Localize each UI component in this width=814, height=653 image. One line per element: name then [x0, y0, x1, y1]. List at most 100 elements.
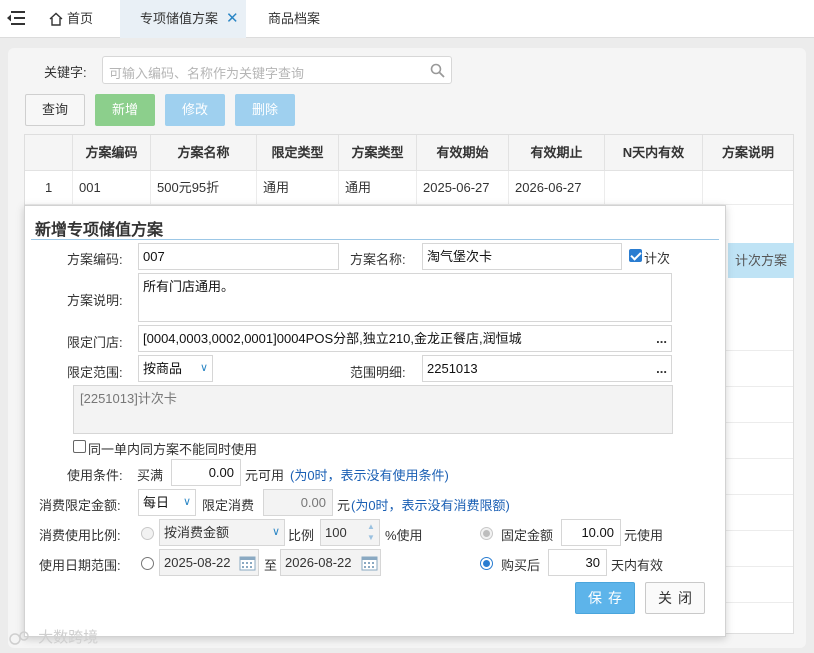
watermark-text: 大数跨境 — [38, 629, 99, 646]
tab-home[interactable]: 首页 — [44, 0, 114, 38]
home-icon — [49, 12, 63, 26]
close-button[interactable]: 关闭 — [645, 582, 705, 614]
plan-desc-textarea[interactable]: 所有门店通用。 — [138, 273, 672, 322]
add-button[interactable]: 新增 — [95, 94, 155, 126]
column-header-name[interactable]: 方案名称 — [151, 135, 257, 171]
limit-amount-input[interactable]: 0.00 — [263, 489, 333, 516]
row-plan-type: 通用 — [339, 171, 417, 205]
row-end-date: 2026-06-27 — [509, 171, 605, 205]
add-plan-dialog: 新增专项储值方案 方案编码: 007 方案名称: 淘气堡次卡 计次 方案说明: … — [24, 205, 726, 637]
column-header-index — [25, 135, 73, 171]
chevron-down-icon: ∨ — [271, 526, 280, 538]
ratio-suffix: %使用 — [385, 528, 423, 543]
fixed-amount-label: 固定金额 — [501, 528, 554, 543]
column-header-description[interactable]: 方案说明 — [703, 135, 793, 171]
date-range-label: 使用日期范围: — [39, 558, 121, 573]
scope-label: 限定范围: — [67, 365, 123, 380]
condition-label: 使用条件: — [67, 468, 123, 483]
column-header-limit-type[interactable]: 限定类型 — [257, 135, 339, 171]
count-label: 计次 — [644, 251, 671, 266]
row-start-date: 2025-06-27 — [417, 171, 509, 205]
plan-desc-label: 方案说明: — [67, 293, 123, 308]
count-checkbox[interactable] — [629, 249, 642, 262]
fixed-amount-suffix: 元使用 — [624, 528, 664, 543]
ratio-mode-radio[interactable] — [141, 527, 154, 540]
scope-detail-more-icon[interactable]: ... — [656, 356, 667, 381]
watermark-icon — [9, 631, 29, 645]
condition-amount-input[interactable]: 0.00 — [171, 459, 241, 486]
column-header-n-days[interactable]: N天内有效 — [605, 135, 703, 171]
date-to-input[interactable]: 2026-08-22 — [280, 549, 381, 576]
row-index: 1 — [25, 171, 73, 205]
save-button[interactable]: 保存 — [575, 582, 635, 614]
scope-detail-label: 范围明细: — [350, 365, 406, 380]
column-header-end-date[interactable]: 有效期止 — [509, 135, 605, 171]
ratio-value-stepper[interactable]: 100 ▲ ▼ — [320, 519, 380, 546]
after-purchase-suffix: 天内有效 — [611, 558, 664, 573]
tab-close-icon[interactable]: ✕ — [226, 0, 239, 38]
chevron-down-icon: ∨ — [182, 496, 191, 508]
limit-prefix: 限定消费 — [202, 498, 255, 513]
selected-row-description[interactable]: 计次方案 — [728, 243, 794, 278]
after-purchase-radio[interactable] — [480, 557, 493, 570]
plan-code-label: 方案编码: — [67, 252, 123, 267]
limit-period-select[interactable]: 每日 ∨ — [138, 489, 196, 516]
store-more-icon[interactable]: ... — [656, 326, 667, 351]
scope-detail-picker[interactable]: 2251013 ... — [422, 355, 672, 382]
column-header-start-date[interactable]: 有效期始 — [417, 135, 509, 171]
tab-goods-label: 商品档案 — [268, 11, 321, 26]
tab-home-label: 首页 — [67, 11, 94, 26]
title-divider — [31, 239, 719, 240]
ratio-prefix: 比例 — [288, 528, 315, 543]
after-purchase-days-input[interactable]: 30 — [548, 549, 607, 576]
limit-suffix: 元 — [337, 498, 351, 513]
column-header-plan-type[interactable]: 方案类型 — [339, 135, 417, 171]
plan-name-label: 方案名称: — [350, 252, 406, 267]
store-picker[interactable]: [0004,0003,0002,0001]0004POS分部,独立210,金龙正… — [138, 325, 672, 352]
store-label: 限定门店: — [67, 335, 123, 350]
limit-amount-label: 消费限定金额: — [39, 498, 121, 513]
calendar-icon[interactable] — [239, 554, 256, 571]
search-input[interactable]: 可输入编码、名称作为关键字查询 — [102, 56, 452, 84]
scope-select[interactable]: 按商品 ∨ — [138, 355, 213, 382]
date-to-value: 2026-08-22 — [285, 555, 352, 570]
same-order-label: 同一单内同方案不能同时使用 — [88, 442, 258, 457]
row-code: 001 — [73, 171, 151, 205]
date-from-input[interactable]: 2025-08-22 — [159, 549, 259, 576]
fixed-amount-input[interactable]: 10.00 — [561, 519, 621, 546]
row-name: 500元95折 — [151, 171, 257, 205]
edit-button[interactable]: 修改 — [165, 94, 225, 126]
chevron-down-icon: ∨ — [199, 362, 208, 374]
column-header-code[interactable]: 方案编码 — [73, 135, 151, 171]
date-range-radio[interactable] — [141, 557, 154, 570]
scope-preview-box: [2251013]计次卡 — [73, 385, 673, 434]
menu-toggle-icon[interactable] — [6, 9, 26, 27]
condition-prefix: 买满 — [137, 468, 164, 483]
search-icon[interactable] — [430, 63, 445, 78]
date-from-value: 2025-08-22 — [164, 555, 231, 570]
watermark-logo: 大数跨境 — [8, 626, 98, 647]
tab-bar: 首页 专项储值方案 ✕ 商品档案 — [0, 0, 814, 38]
row-n-days — [605, 171, 703, 205]
search-placeholder: 可输入编码、名称作为关键字查询 — [109, 66, 305, 81]
plan-code-input[interactable]: 007 — [138, 243, 339, 270]
store-value: [0004,0003,0002,0001]0004POS分部,独立210,金龙正… — [143, 331, 522, 346]
ratio-value: 100 — [325, 525, 347, 540]
tab-goods[interactable]: 商品档案 — [252, 0, 342, 38]
stepper-arrows-icon[interactable]: ▲ ▼ — [365, 521, 377, 544]
tab-special-plan-label: 专项储值方案 — [140, 11, 219, 26]
delete-button[interactable]: 删除 — [235, 94, 295, 126]
query-button[interactable]: 查询 — [25, 94, 85, 126]
row-limit-type: 通用 — [257, 171, 339, 205]
keyword-label: 关键字: — [44, 65, 87, 80]
ratio-mode-select[interactable]: 按消费金额 ∨ — [159, 519, 285, 546]
ratio-mode-value: 按消费金额 — [164, 525, 230, 540]
condition-suffix: 元可用 — [245, 468, 285, 483]
plan-name-input[interactable]: 淘气堡次卡 — [422, 243, 622, 270]
same-order-checkbox[interactable] — [73, 440, 86, 453]
fixed-amount-radio[interactable] — [480, 527, 493, 540]
calendar-icon[interactable] — [361, 554, 378, 571]
tab-special-plan[interactable]: 专项储值方案 ✕ — [120, 0, 246, 38]
after-purchase-label: 购买后 — [501, 558, 541, 573]
ratio-label: 消费使用比例: — [39, 528, 121, 543]
